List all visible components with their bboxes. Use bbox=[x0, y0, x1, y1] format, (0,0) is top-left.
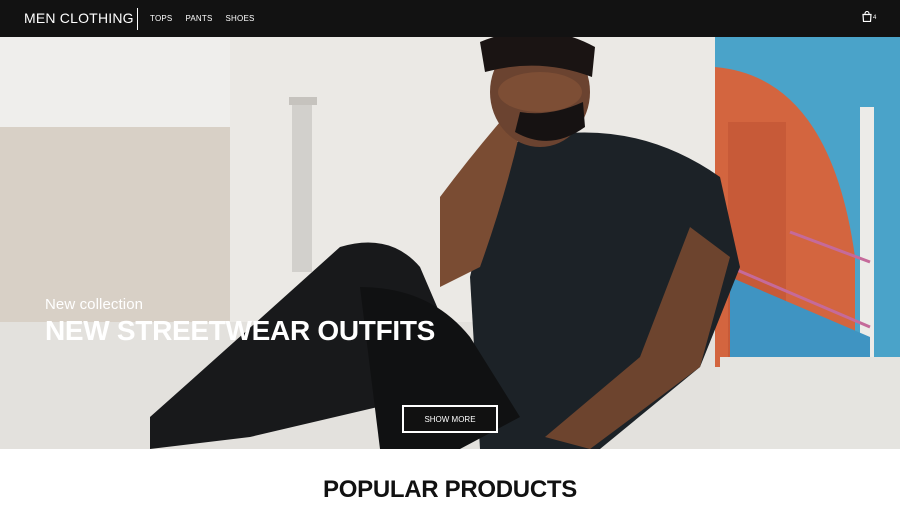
brand-divider bbox=[137, 8, 138, 30]
hero-title: NEW STREETWEAR OUTFITS bbox=[45, 315, 436, 346]
nav-item-pants[interactable]: PANTS bbox=[185, 14, 212, 23]
shopping-bag-icon bbox=[862, 11, 872, 22]
section-heading: POPULAR PRODUCTS bbox=[323, 476, 577, 503]
hero-subtitle: New collection bbox=[45, 296, 144, 313]
nav-item-shoes[interactable]: SHOES bbox=[226, 14, 255, 23]
top-navbar: MEN CLOTHING TOPS PANTS SHOES 4 bbox=[0, 0, 900, 37]
nav-item-tops[interactable]: TOPS bbox=[150, 14, 172, 23]
cart-button[interactable]: 4 bbox=[862, 11, 878, 25]
hero-banner: New collection NEW STREETWEAR OUTFITS SH… bbox=[0, 37, 900, 449]
cart-count-badge: 4 bbox=[873, 15, 877, 21]
brand-logo[interactable]: MEN CLOTHING bbox=[24, 10, 134, 26]
hero-photo bbox=[0, 37, 900, 449]
show-more-button[interactable]: SHOW MORE bbox=[402, 405, 498, 433]
main-nav: TOPS PANTS SHOES bbox=[150, 14, 255, 23]
